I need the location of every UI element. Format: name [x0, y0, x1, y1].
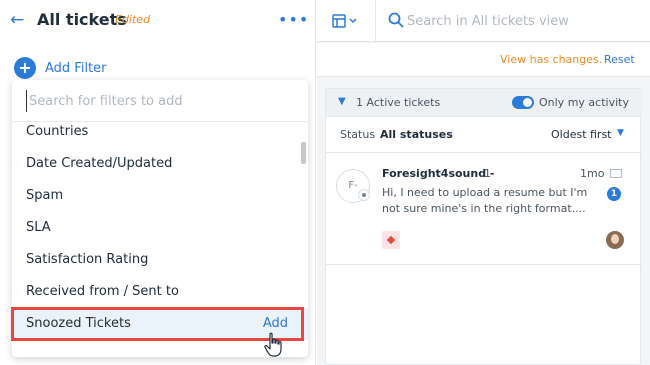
priority-tag-icon — [382, 231, 400, 249]
panel-header: ← All tickets Edited ••• — [0, 0, 316, 42]
agent-avatar — [606, 231, 624, 249]
tickets-panel: View has changes. Reset ▼ 1 Active ticke… — [317, 0, 650, 365]
filter-option-received-sent[interactable]: Received from / Sent to — [12, 276, 308, 308]
active-tickets-header: ▼ 1 Active tickets Only my activity — [326, 89, 642, 117]
add-filter-label: Add Filter — [45, 60, 107, 76]
tickets-toolbar — [317, 0, 650, 42]
edited-badge: Edited — [115, 13, 151, 26]
active-tickets-count: 1 Active tickets — [356, 96, 441, 109]
ticket-preview: Hi, I need to upload a resume but I'm no… — [382, 186, 588, 215]
back-arrow-icon[interactable]: ← — [10, 10, 26, 30]
ticket-message-count: 1 — [484, 167, 491, 180]
status-filter-row: Status All statuses Oldest first ▼ — [326, 117, 642, 153]
hand-pointer-icon — [264, 332, 282, 357]
sort-order-dropdown[interactable]: Oldest first — [551, 128, 612, 141]
filter-option-date-created[interactable]: Date Created/Updated — [12, 148, 308, 180]
envelope-icon — [610, 169, 622, 178]
filter-option-satisfaction[interactable]: Satisfaction Rating — [12, 244, 308, 276]
filter-option-label: Snoozed Tickets — [26, 316, 131, 331]
filter-panel: ← All tickets Edited ••• + Add Filter Co… — [0, 0, 316, 365]
add-filter-button[interactable]: + Add Filter — [14, 56, 107, 80]
status-label: Status — [340, 128, 376, 141]
tickets-search-input[interactable] — [407, 10, 637, 32]
user-icon — [358, 189, 370, 201]
filter-option-sla[interactable]: SLA — [12, 212, 308, 244]
more-options-icon[interactable]: ••• — [278, 8, 308, 32]
view-changes-text: View has changes. — [500, 53, 603, 66]
unread-badge: 1 — [607, 187, 621, 201]
filter-option-countries[interactable]: Countries — [12, 116, 308, 148]
only-my-activity-label: Only my activity — [539, 96, 629, 109]
layout-icon — [332, 14, 357, 28]
view-layout-button[interactable] — [317, 0, 376, 42]
scrollbar-thumb[interactable] — [301, 142, 306, 164]
only-my-activity-toggle[interactable] — [512, 96, 534, 109]
ticket-requester-name: Foresight4sound - — [382, 167, 495, 180]
search-icon — [388, 12, 404, 28]
filter-search-input[interactable] — [26, 90, 286, 112]
ticket-time: 1mo — [580, 167, 605, 180]
chevron-down-icon[interactable]: ▼ — [338, 96, 346, 107]
ticket-list-item[interactable]: F- Foresight4sound - 1 1mo Hi, I need to… — [326, 153, 642, 265]
filter-list: Countries Date Created/Updated Spam SLA … — [12, 122, 308, 357]
status-value[interactable]: All statuses — [380, 128, 453, 141]
reset-link[interactable]: Reset — [604, 53, 635, 66]
sort-chevron-icon[interactable]: ▼ — [617, 128, 624, 138]
tickets-card: ▼ 1 Active tickets Only my activity Stat… — [325, 88, 642, 365]
view-changes-bar: View has changes. Reset — [317, 43, 650, 77]
filter-dropdown: Countries Date Created/Updated Spam SLA … — [12, 80, 308, 357]
plus-circle-icon: + — [14, 57, 36, 79]
filter-option-spam[interactable]: Spam — [12, 180, 308, 212]
page-title: All tickets — [37, 10, 127, 29]
